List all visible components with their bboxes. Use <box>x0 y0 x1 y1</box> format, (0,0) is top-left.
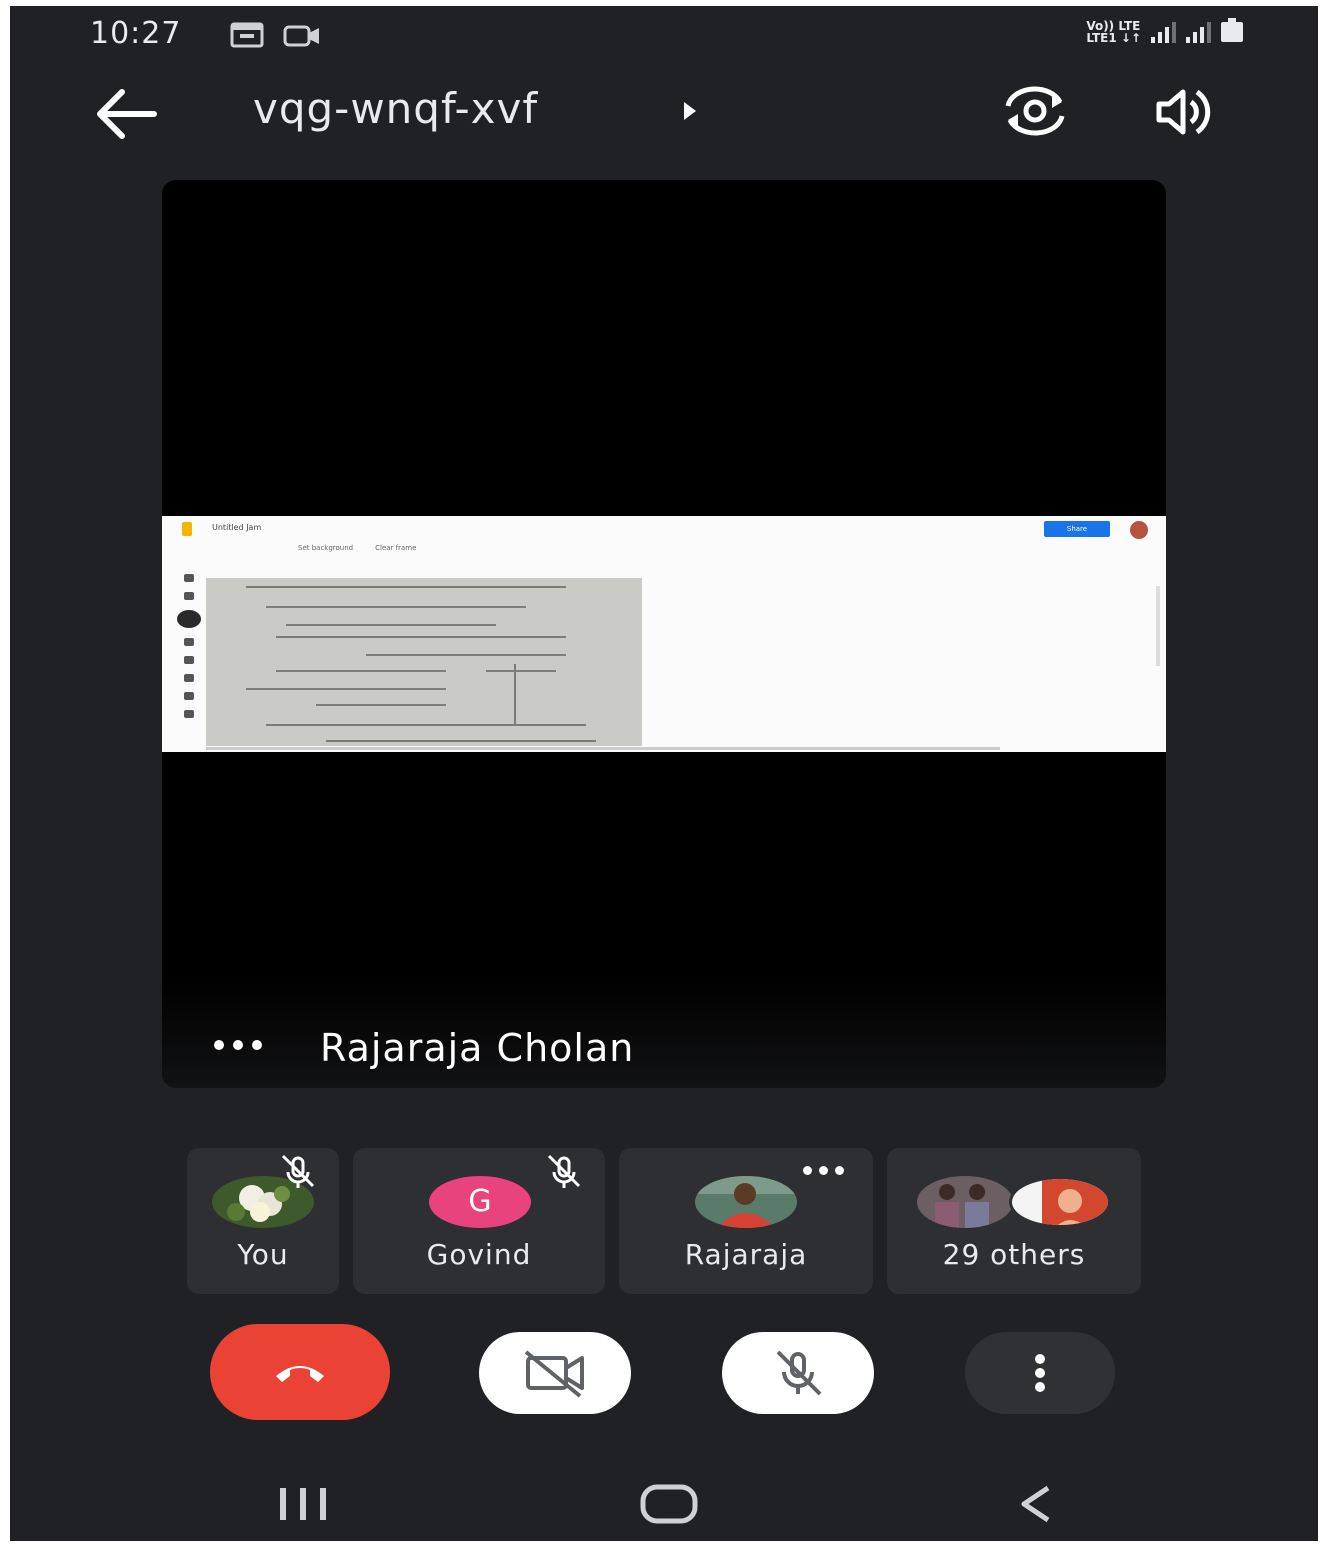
jamboard-logo-icon <box>182 522 192 536</box>
shared-scrollbar <box>1156 586 1160 666</box>
speaker-icon[interactable] <box>1155 86 1217 138</box>
avatar <box>695 1176 797 1228</box>
shared-screen-toolbar: Untitled Jam Share <box>162 516 1166 544</box>
status-bar: 10:27 Vo)) LTE LTE1 ↓↑ <box>10 6 1318 66</box>
presenter-name: Rajaraja Cholan <box>320 1026 635 1070</box>
network-type: Vo)) LTE LTE1 ↓↑ <box>1086 20 1141 44</box>
participant-name: Govind <box>426 1238 532 1271</box>
video-notification-icon <box>283 25 319 47</box>
phone-screen: 10:27 Vo)) LTE LTE1 ↓↑ vqg-wnqf-xvf Unti… <box>10 6 1318 1541</box>
back-icon[interactable] <box>1018 1484 1054 1524</box>
participant-name: 29 others <box>942 1238 1086 1271</box>
switch-camera-icon[interactable] <box>1000 82 1070 140</box>
battery-icon <box>1221 18 1243 42</box>
participant-name: Rajaraja <box>684 1238 808 1271</box>
participant-tile-rajaraja[interactable]: Rajaraja <box>619 1148 873 1294</box>
status-indicators: Vo)) LTE LTE1 ↓↑ <box>1086 18 1243 44</box>
shared-hscrollbar <box>206 747 1000 750</box>
participant-tile-govind[interactable]: G Govind <box>353 1148 605 1294</box>
call-controls <box>10 1324 1318 1424</box>
mic-off-icon <box>776 1350 822 1396</box>
status-time: 10:27 <box>90 16 182 51</box>
mic-toggle-button[interactable] <box>722 1332 874 1414</box>
participant-name: You <box>237 1238 289 1271</box>
shared-toolbar-item: Clear frame <box>375 544 417 552</box>
back-arrow-icon[interactable] <box>92 86 162 142</box>
network-bottom-label: LTE1 ↓↑ <box>1086 31 1141 45</box>
signal-1-icon <box>1151 21 1176 43</box>
more-options-button[interactable] <box>965 1332 1115 1414</box>
shared-screen-subtoolbar: Set background Clear frame <box>188 544 416 552</box>
main-video-tile[interactable]: Untitled Jam Share Set background Clear … <box>162 180 1166 1088</box>
shared-avatar <box>1130 521 1148 539</box>
avatar: G <box>429 1176 531 1228</box>
end-call-button[interactable] <box>210 1324 390 1420</box>
mic-off-icon <box>281 1154 315 1188</box>
shared-doc-title: Untitled Jam <box>212 523 262 532</box>
shared-side-tools <box>176 574 202 744</box>
participant-tile-you[interactable]: You <box>187 1148 339 1294</box>
recents-icon[interactable] <box>278 1486 328 1522</box>
more-options-icon <box>1035 1354 1045 1392</box>
shared-toolbar-item: Set background <box>298 544 354 552</box>
tile-name-gradient <box>162 978 1166 1088</box>
shared-handwritten-notes <box>206 578 642 746</box>
calendar-notification-icon <box>230 22 264 48</box>
mic-off-icon <box>547 1154 581 1188</box>
camera-off-icon <box>524 1350 584 1398</box>
android-nav-bar <box>10 1476 1318 1536</box>
end-call-icon <box>276 1366 324 1382</box>
caret-right-icon[interactable] <box>682 100 698 122</box>
shared-screen: Untitled Jam Share Set background Clear … <box>162 516 1166 752</box>
shared-share-button: Share <box>1044 521 1110 537</box>
participant-tile-others[interactable]: 29 others <box>887 1148 1141 1294</box>
camera-toggle-button[interactable] <box>479 1332 631 1414</box>
speaking-indicator-icon <box>803 1166 844 1175</box>
avatar <box>917 1176 1013 1228</box>
home-icon[interactable] <box>640 1484 698 1524</box>
signal-2-icon <box>1186 21 1211 43</box>
speaking-indicator-icon <box>214 1040 262 1050</box>
meeting-code[interactable]: vqg-wnqf-xvf <box>253 84 538 133</box>
meeting-top-bar: vqg-wnqf-xvf <box>10 74 1318 154</box>
avatar <box>1009 1176 1111 1228</box>
